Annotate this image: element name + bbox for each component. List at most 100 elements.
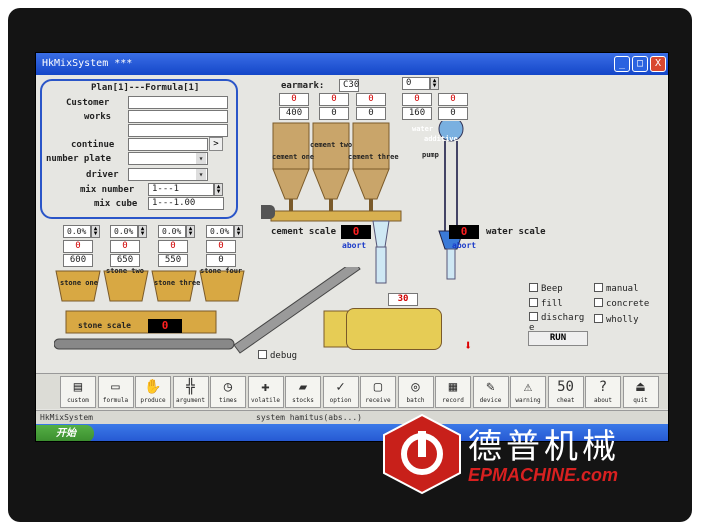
stone-three-set[interactable]: 550 (158, 254, 188, 267)
earmark-field[interactable]: C30 (339, 79, 359, 92)
clock-icon: ◷ (223, 379, 233, 395)
start-button[interactable]: 开始 (36, 425, 94, 441)
discharge-checkbox[interactable]: discharg e (529, 312, 585, 333)
status-app-name: HkMixSystem (40, 413, 93, 422)
number-plate-select[interactable] (128, 152, 208, 165)
water-set[interactable]: 160 (402, 107, 432, 120)
driver-select[interactable] (128, 168, 208, 181)
stone-four-spinner[interactable]: ▲ ▼ (234, 225, 243, 238)
concrete-checkbox[interactable]: concrete (594, 298, 649, 309)
water-scale-display: 0 (449, 225, 479, 239)
close-button[interactable]: X (650, 56, 666, 72)
cement-one-actual: 0 (279, 93, 309, 106)
stone-four-set[interactable]: 0 (206, 254, 236, 267)
cement-one-set[interactable]: 400 (279, 107, 309, 120)
water-top-spinner[interactable]: ▲ ▼ (430, 77, 439, 90)
toolbar-batch-button[interactable]: ◎ batch (397, 376, 434, 408)
stone-two-actual: 0 (110, 240, 140, 253)
doc-icon: ▢ (373, 379, 383, 395)
toolbar-quit-button[interactable]: ⏏ quit (622, 376, 659, 408)
cement-three-actual: 0 (356, 93, 386, 106)
toolbar-label: device (479, 397, 502, 404)
window-titlebar: HkMixSystem *** _ □ X (36, 53, 668, 75)
mix-cube-field[interactable]: 1---1.00 (148, 197, 224, 210)
check-icon: ✓ (336, 379, 345, 395)
pump-label: pump (422, 151, 439, 159)
additive-set[interactable]: 0 (438, 107, 468, 120)
silo-label-cement-one: cement one (272, 153, 315, 161)
customer-label: Customer (66, 98, 110, 108)
debug-checkbox[interactable]: debug (258, 350, 297, 361)
maximize-button[interactable]: □ (632, 56, 648, 72)
toolbar-option-button[interactable]: ✓ option (322, 376, 359, 408)
stone-three-spinner[interactable]: ▲ ▼ (186, 225, 195, 238)
card-icon: ▭ (111, 379, 120, 395)
hands-icon: ✋ (144, 379, 162, 395)
toolbar-record-button[interactable]: ▦ record (435, 376, 471, 408)
stone-four-actual: 0 (206, 240, 236, 253)
toolbar-volatile-button[interactable]: ✚ volatile (247, 376, 284, 408)
beep-checkbox[interactable]: Beep (529, 283, 563, 294)
toolbar-produce-button[interactable]: ✋ produce (135, 376, 171, 408)
stone-four-percent[interactable]: 0.0% (206, 225, 234, 238)
toolbar-warning-button[interactable]: ⚠ warning (510, 376, 546, 408)
toolbar-about-button[interactable]: ? about (585, 376, 621, 408)
bin-label-stone-three: stone three (154, 279, 201, 287)
continue-button[interactable]: > (209, 137, 223, 151)
continue-field[interactable] (128, 138, 208, 151)
wrench-icon: ✎ (486, 379, 495, 395)
stone-one-spinner[interactable]: ▲ ▼ (91, 225, 100, 238)
toolbar-device-button[interactable]: ✎ device (472, 376, 509, 408)
toolbar-receive-button[interactable]: ▢ receive (360, 376, 396, 408)
toolbar-label: receive (365, 397, 391, 404)
stone-two-spinner[interactable]: ▲ ▼ (138, 225, 147, 238)
toolbar-formula-button[interactable]: ▭ formula (97, 376, 134, 408)
toolbar-label: stocks (292, 397, 314, 404)
mix-number-field[interactable]: 1---1 (148, 183, 214, 196)
toolbar-stocks-button[interactable]: ▰ stocks (285, 376, 321, 408)
wholly-checkbox[interactable]: wholly (594, 314, 639, 325)
brand-logo-icon (383, 413, 461, 495)
fill-checkbox[interactable]: fill (529, 298, 563, 309)
cement-abort-link[interactable]: abort (342, 241, 366, 250)
earmark-label: earmark: (281, 81, 325, 91)
toolbar-cheat-button[interactable]: 50 cheat (547, 376, 584, 408)
silo-label-cement-two: cement two (310, 141, 353, 149)
works-field-2[interactable] (128, 124, 228, 137)
additive-actual: 0 (438, 93, 468, 106)
manual-checkbox[interactable]: manual (594, 283, 639, 294)
status-info: system hamitus(abs...) (256, 413, 362, 422)
water-top-field[interactable]: 0 (402, 77, 430, 90)
app-screen: HkMixSystem *** _ □ X Plan[1]---Formula[… (35, 52, 669, 442)
works-field[interactable] (128, 110, 228, 123)
keyboard-icon: ▦ (448, 379, 458, 395)
toolbar-times-button[interactable]: ◷ times (210, 376, 246, 408)
cement-scale-label: cement scale (271, 227, 337, 237)
stone-two-percent[interactable]: 0.0% (110, 225, 138, 238)
mixer-value: 30 (388, 293, 418, 306)
mix-number-spinner[interactable]: ▲ ▼ (214, 183, 223, 196)
bin-label-stone-two: stone two (106, 267, 144, 275)
toolbar-label: formula (102, 397, 129, 404)
cement-three-set[interactable]: 0 (356, 107, 386, 120)
bin-label-stone-four: stone four (200, 267, 243, 275)
mix-cube-label: mix cube (94, 199, 138, 209)
toolbar-argument-button[interactable]: ╬ argument (172, 376, 209, 408)
disc-icon: ◎ (411, 379, 420, 395)
customer-field[interactable] (128, 96, 228, 109)
water-abort-link[interactable]: abort (452, 241, 476, 250)
stone-three-percent[interactable]: 0.0% (158, 225, 186, 238)
toolbar-custom-button[interactable]: ▤ custom (60, 376, 96, 408)
window-title: HkMixSystem *** (42, 58, 133, 69)
stone-one-actual: 0 (63, 240, 93, 253)
brand-watermark: 德普机械 EPMACHINE.com (380, 413, 680, 495)
eraser-icon: ▰ (298, 379, 308, 395)
stone-two-set[interactable]: 650 (110, 254, 140, 267)
run-button[interactable]: RUN (528, 331, 588, 346)
stone-scale-label: stone scale (78, 321, 131, 330)
mixer-body (346, 308, 442, 350)
stone-one-percent[interactable]: 0.0% (63, 225, 91, 238)
stone-one-set[interactable]: 600 (63, 254, 93, 267)
cement-two-set[interactable]: 0 (319, 107, 349, 120)
minimize-button[interactable]: _ (614, 56, 630, 72)
